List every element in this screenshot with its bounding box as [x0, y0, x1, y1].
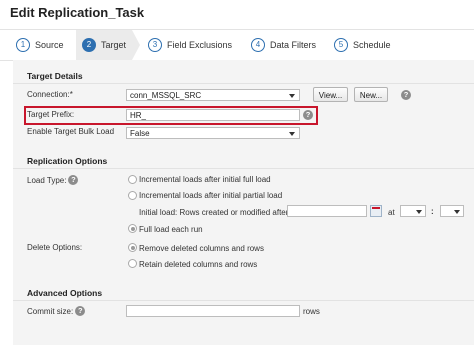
radio-retain-deleted[interactable] [128, 259, 137, 268]
bulk-load-value: False [130, 129, 150, 138]
step-number: 2 [82, 38, 96, 52]
chevron-down-icon [289, 132, 295, 136]
hour-select[interactable] [400, 205, 426, 217]
divider [13, 168, 474, 169]
commit-size-input[interactable] [126, 305, 300, 317]
bulk-load-select[interactable]: False [126, 127, 300, 139]
tab-label: Source [35, 40, 64, 50]
delete-options-label: Delete Options: [27, 243, 83, 252]
tab-field-exclusions[interactable]: 3 Field Exclusions [148, 30, 232, 60]
tab-label: Field Exclusions [167, 40, 233, 50]
tab-target[interactable]: 2 Target [76, 30, 141, 60]
tab-schedule[interactable]: 5 Schedule [334, 30, 391, 60]
remove-deleted-label: Remove deleted columns and rows [139, 244, 264, 253]
radio-incremental-full[interactable] [128, 175, 137, 184]
content-panel [13, 60, 474, 345]
commit-size-text: Commit size: [27, 306, 74, 316]
incremental-full-label: Incremental loads after initial full loa… [139, 175, 271, 184]
tab-source[interactable]: 1 Source [16, 30, 64, 60]
wizard-tabbar: 1 Source 2 Target 3 Field Exclusions 4 D… [0, 29, 474, 61]
view-button[interactable]: View... [313, 87, 348, 102]
tab-label: Data Filters [270, 40, 317, 50]
chevron-down-icon [454, 210, 460, 214]
help-icon[interactable]: ? [68, 175, 79, 185]
minute-select[interactable] [440, 205, 464, 217]
help-icon[interactable]: ? [401, 90, 411, 100]
calendar-icon[interactable] [370, 205, 382, 217]
radio-incremental-partial[interactable] [128, 191, 137, 200]
page-title: Edit Replication_Task [10, 5, 145, 20]
step-number: 1 [16, 38, 30, 52]
commit-size-label: Commit size: ? [27, 306, 86, 316]
step-number: 4 [251, 38, 265, 52]
connection-value: conn_MSSQL_SRC [130, 91, 202, 100]
divider [13, 83, 474, 84]
load-type-label: Load Type: ? [27, 175, 79, 185]
calendar-icon-header [372, 207, 380, 209]
divider [13, 300, 474, 301]
connection-label: Connection:* [27, 90, 73, 99]
target-details-heading: Target Details [27, 71, 83, 81]
target-prefix-highlight [24, 106, 318, 125]
step-number: 3 [148, 38, 162, 52]
time-colon: : [431, 207, 434, 216]
chevron-down-icon [289, 94, 295, 98]
tab-label: Schedule [353, 40, 391, 50]
connection-select[interactable]: conn_MSSQL_SRC [126, 89, 300, 101]
bulk-load-label: Enable Target Bulk Load [27, 127, 115, 136]
initial-load-label: Initial load: Rows created or modified a… [139, 208, 289, 217]
new-button[interactable]: New... [354, 87, 388, 102]
tab-label: Target [101, 40, 127, 50]
radio-full-load[interactable] [128, 224, 137, 233]
radio-remove-deleted[interactable] [128, 243, 137, 252]
step-number: 5 [334, 38, 348, 52]
incremental-partial-label: Incremental loads after initial partial … [139, 191, 283, 200]
load-type-text: Load Type: [27, 175, 67, 185]
replication-options-heading: Replication Options [27, 156, 108, 166]
rows-label: rows [303, 307, 320, 316]
advanced-options-heading: Advanced Options [27, 288, 103, 298]
help-icon[interactable]: ? [75, 306, 86, 316]
retain-deleted-label: Retain deleted columns and rows [139, 260, 258, 269]
initial-load-date-input[interactable] [287, 205, 367, 217]
at-label: at [388, 208, 395, 217]
full-load-label: Full load each run [139, 225, 203, 234]
chevron-down-icon [416, 210, 422, 214]
tab-data-filters[interactable]: 4 Data Filters [251, 30, 316, 60]
